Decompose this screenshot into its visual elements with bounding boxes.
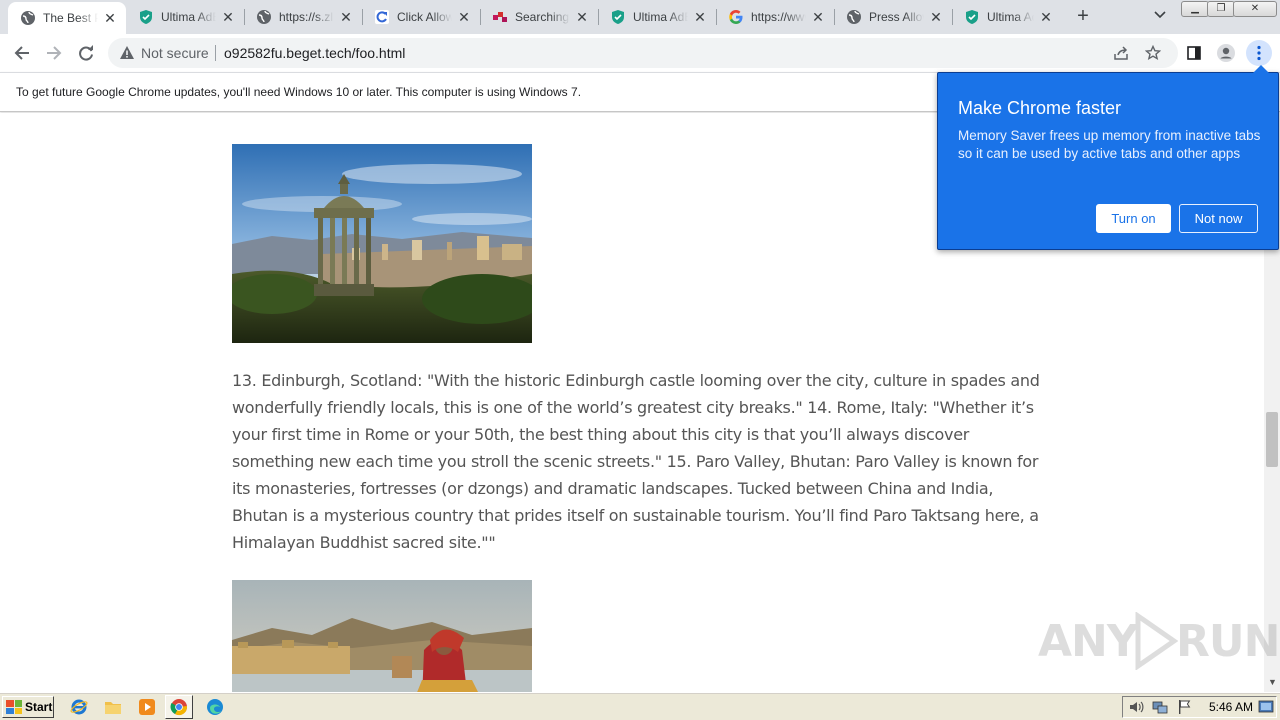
play-triangle-icon (1135, 612, 1178, 670)
popup-body: Memory Saver frees up memory from inacti… (958, 128, 1261, 161)
chrome-menu-button[interactable] (1246, 40, 1272, 66)
tab-title: The Best Places (43, 11, 98, 25)
windows-taskbar: Start 5:46 AM (0, 692, 1280, 720)
flag-icon[interactable] (1175, 698, 1193, 716)
google-icon (728, 9, 744, 25)
anyrun-watermark: ANY RUN (1038, 610, 1280, 670)
tab-title: Searching for (515, 10, 570, 24)
tab-title: https://s.zlink (279, 10, 334, 24)
watermark-text-left: ANY (1038, 616, 1139, 667)
bookmark-star-icon[interactable] (1144, 44, 1162, 62)
tab-title: Press Allow (869, 10, 924, 24)
infobar-message: To get future Google Chrome updates, you… (16, 85, 582, 99)
watermark-text-right: RUN (1176, 616, 1280, 667)
file-explorer-icon[interactable] (104, 698, 122, 716)
share-icon[interactable] (1112, 44, 1130, 62)
close-icon[interactable]: ✕ (574, 9, 590, 25)
close-icon[interactable]: ✕ (102, 10, 118, 26)
tab-s-zlink[interactable]: https://s.zlink ✕ (244, 0, 362, 34)
start-button[interactable]: Start (2, 696, 54, 718)
close-icon[interactable]: ✕ (220, 9, 236, 25)
start-label: Start (25, 700, 53, 714)
globe-icon (20, 10, 36, 26)
globe-icon (846, 9, 862, 25)
forward-arrow-icon (47, 46, 62, 60)
tab-ultima-adblocker-3[interactable]: Ultima AdBlocker ✕ (952, 0, 1062, 34)
close-icon[interactable]: ✕ (1038, 9, 1054, 25)
tab-strip: The Best Places ✕ Ultima AdBlocker ✕ htt… (0, 0, 1280, 34)
media-player-icon[interactable] (138, 698, 156, 716)
shield-icon (964, 9, 980, 25)
turn-on-button[interactable]: Turn on (1096, 204, 1171, 233)
scroll-down-arrow-icon[interactable]: ▼ (1268, 677, 1277, 687)
address-bar[interactable]: Not secure o92582fu.beget.tech/foo.html (108, 38, 1178, 68)
reload-icon (79, 45, 93, 61)
popup-arrow (1253, 65, 1269, 73)
internet-explorer-icon[interactable] (70, 698, 88, 716)
tab-click-allow[interactable]: Click Allow ✕ (362, 0, 480, 34)
reload-button[interactable] (74, 41, 98, 65)
chrome-icon (170, 699, 187, 716)
tab-ultima-adblocker-1[interactable]: Ultima AdBlocker ✕ (126, 0, 244, 34)
profile-avatar-icon[interactable] (1214, 41, 1238, 65)
forward-button[interactable] (42, 41, 66, 65)
restore-button[interactable]: ❐ (1207, 1, 1235, 17)
tab-the-best-places[interactable]: The Best Places ✕ (8, 2, 126, 34)
popup-title: Make Chrome faster (958, 98, 1122, 118)
close-icon[interactable]: ✕ (456, 9, 472, 25)
tab-title: Ultima AdBlocker (161, 10, 216, 24)
tab-google[interactable]: https://www.google ✕ (716, 0, 834, 34)
close-icon[interactable]: ✕ (338, 9, 354, 25)
memory-saver-popup: Make Chrome faster Memory Saver frees up… (937, 65, 1279, 250)
edge-icon[interactable] (206, 698, 224, 716)
tab-title: Ultima AdBlocker (633, 10, 688, 24)
close-icon[interactable]: ✕ (928, 9, 944, 25)
chrome-taskbar-button[interactable] (165, 695, 193, 719)
tab-search-icon[interactable] (1150, 8, 1170, 26)
jaipur-photo (232, 580, 532, 692)
security-label[interactable]: Not secure (141, 45, 209, 61)
close-icon[interactable]: ✕ (692, 9, 708, 25)
back-button[interactable] (10, 41, 34, 65)
kebab-menu-icon (1257, 45, 1261, 61)
shield-icon (138, 9, 154, 25)
refresh-c-icon (374, 9, 390, 25)
tab-press-allow[interactable]: Press Allow ✕ (834, 0, 952, 34)
tab-ultima-adblocker-2[interactable]: Ultima AdBlocker ✕ (598, 0, 716, 34)
back-arrow-icon (14, 46, 29, 60)
minimize-button[interactable]: ▁ (1181, 1, 1209, 17)
dots-icon (492, 9, 508, 25)
warning-triangle-icon[interactable] (119, 45, 135, 61)
close-window-button[interactable]: ✕ (1233, 1, 1277, 17)
show-desktop-icon[interactable] (1257, 698, 1275, 716)
system-tray: 5:46 AM (1122, 696, 1277, 718)
not-now-button[interactable]: Not now (1179, 204, 1258, 233)
tab-title: Ultima AdBlocker (987, 10, 1034, 24)
volume-icon[interactable] (1127, 698, 1145, 716)
windows-flag-icon (6, 700, 22, 714)
shield-icon (610, 9, 626, 25)
scroll-thumb[interactable] (1266, 412, 1278, 467)
tab-title: https://www.google (751, 10, 806, 24)
tab-title: Click Allow (397, 10, 452, 24)
article-text: 13. Edinburgh, Scotland: "With the histo… (232, 371, 1040, 552)
network-icon[interactable] (1151, 698, 1169, 716)
edinburgh-photo (232, 144, 532, 343)
side-panel-icon[interactable] (1182, 41, 1206, 65)
close-icon[interactable]: ✕ (810, 9, 826, 25)
url-text[interactable]: o92582fu.beget.tech/foo.html (224, 45, 405, 61)
omnibox-divider (215, 45, 216, 61)
globe-icon (256, 9, 272, 25)
new-tab-button[interactable]: + (1072, 6, 1094, 28)
clock: 5:46 AM (1209, 700, 1254, 714)
tab-searching-for[interactable]: Searching for ✕ (480, 0, 598, 34)
